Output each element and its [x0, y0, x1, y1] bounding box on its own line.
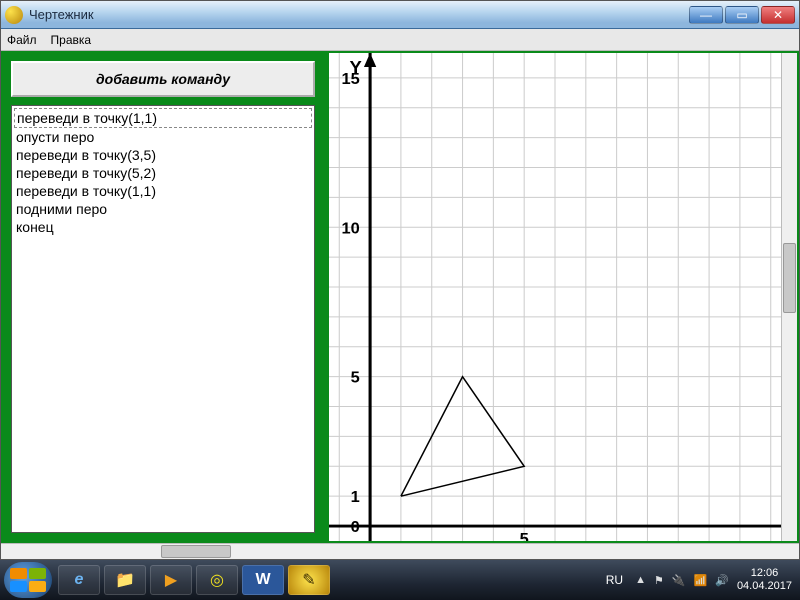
- command-list-item[interactable]: переведи в точку(1,1): [14, 182, 312, 200]
- taskbar-apps: e 📁 ▶ ◎ W ✎: [58, 565, 330, 595]
- tray-power-icon[interactable]: 🔌: [672, 574, 686, 587]
- tray-action-center-icon[interactable]: ⚑: [654, 574, 664, 587]
- clock-time: 12:06: [737, 567, 792, 580]
- minimize-button[interactable]: —: [689, 6, 723, 24]
- command-list[interactable]: переведи в точку(1,1)опусти перопереведи…: [11, 105, 315, 533]
- canvas-wrap: Y01510155: [329, 53, 781, 541]
- y-tick-label: 1: [351, 488, 360, 506]
- command-list-item[interactable]: переведи в точку(5,2): [14, 164, 312, 182]
- clock-date: 04.04.2017: [737, 580, 792, 593]
- titlebar: Чертежник — ▭ ✕: [1, 1, 799, 29]
- command-list-item[interactable]: переведи в точку(3,5): [14, 146, 312, 164]
- taskbar-ie-icon[interactable]: e: [58, 565, 100, 595]
- bottom-bar: [1, 543, 799, 559]
- command-panel: добавить команду переведи в точку(1,1)оп…: [3, 53, 323, 541]
- taskbar: e 📁 ▶ ◎ W ✎ RU ▲ ⚑ 🔌 📶 🔊 12:06 04.04.201…: [0, 560, 800, 600]
- menubar: Файл Правка: [1, 29, 799, 51]
- y-tick-label: 15: [342, 70, 360, 88]
- taskbar-explorer-icon[interactable]: 📁: [104, 565, 146, 595]
- app-window: Чертежник — ▭ ✕ Файл Правка добавить ком…: [0, 0, 800, 560]
- taskbar-word-icon[interactable]: W: [242, 565, 284, 595]
- command-list-item[interactable]: опусти перо: [14, 128, 312, 146]
- app-icon: [5, 6, 23, 24]
- y-tick-label: 0: [351, 518, 360, 536]
- canvas-panel: Y01510155: [323, 53, 797, 541]
- taskbar-wmp-icon[interactable]: ▶: [150, 565, 192, 595]
- y-tick-label: 10: [342, 219, 360, 237]
- horizontal-scrollbar[interactable]: [1, 543, 799, 559]
- maximize-button[interactable]: ▭: [725, 6, 759, 24]
- drawing-canvas[interactable]: Y01510155: [329, 53, 781, 541]
- vertical-scroll-thumb[interactable]: [783, 243, 796, 313]
- tray-show-hidden-icon[interactable]: ▲: [635, 574, 646, 586]
- start-button[interactable]: [4, 562, 52, 598]
- menu-edit[interactable]: Правка: [51, 33, 92, 47]
- taskbar-chrome-icon[interactable]: ◎: [196, 565, 238, 595]
- y-tick-label: 5: [351, 369, 360, 387]
- vertical-scrollbar[interactable]: [781, 53, 797, 541]
- command-list-item[interactable]: подними перо: [14, 200, 312, 218]
- x-tick-label: 5: [520, 530, 529, 541]
- system-tray: RU ▲ ⚑ 🔌 📶 🔊 12:06 04.04.2017: [602, 567, 796, 593]
- content-area: добавить команду переведи в точку(1,1)оп…: [1, 51, 799, 543]
- window-controls: — ▭ ✕: [689, 6, 795, 24]
- horizontal-scroll-thumb[interactable]: [161, 545, 231, 558]
- tray-volume-icon[interactable]: 🔊: [715, 574, 729, 587]
- taskbar-app-icon[interactable]: ✎: [288, 565, 330, 595]
- window-title: Чертежник: [29, 7, 689, 22]
- add-command-button[interactable]: добавить команду: [11, 61, 315, 97]
- command-list-item[interactable]: переведи в точку(1,1): [14, 108, 312, 128]
- language-indicator[interactable]: RU: [602, 571, 627, 589]
- menu-file[interactable]: Файл: [7, 33, 37, 47]
- command-list-item[interactable]: конец: [14, 218, 312, 236]
- close-button[interactable]: ✕: [761, 6, 795, 24]
- taskbar-clock[interactable]: 12:06 04.04.2017: [737, 567, 796, 593]
- tray-network-icon[interactable]: 📶: [694, 574, 708, 587]
